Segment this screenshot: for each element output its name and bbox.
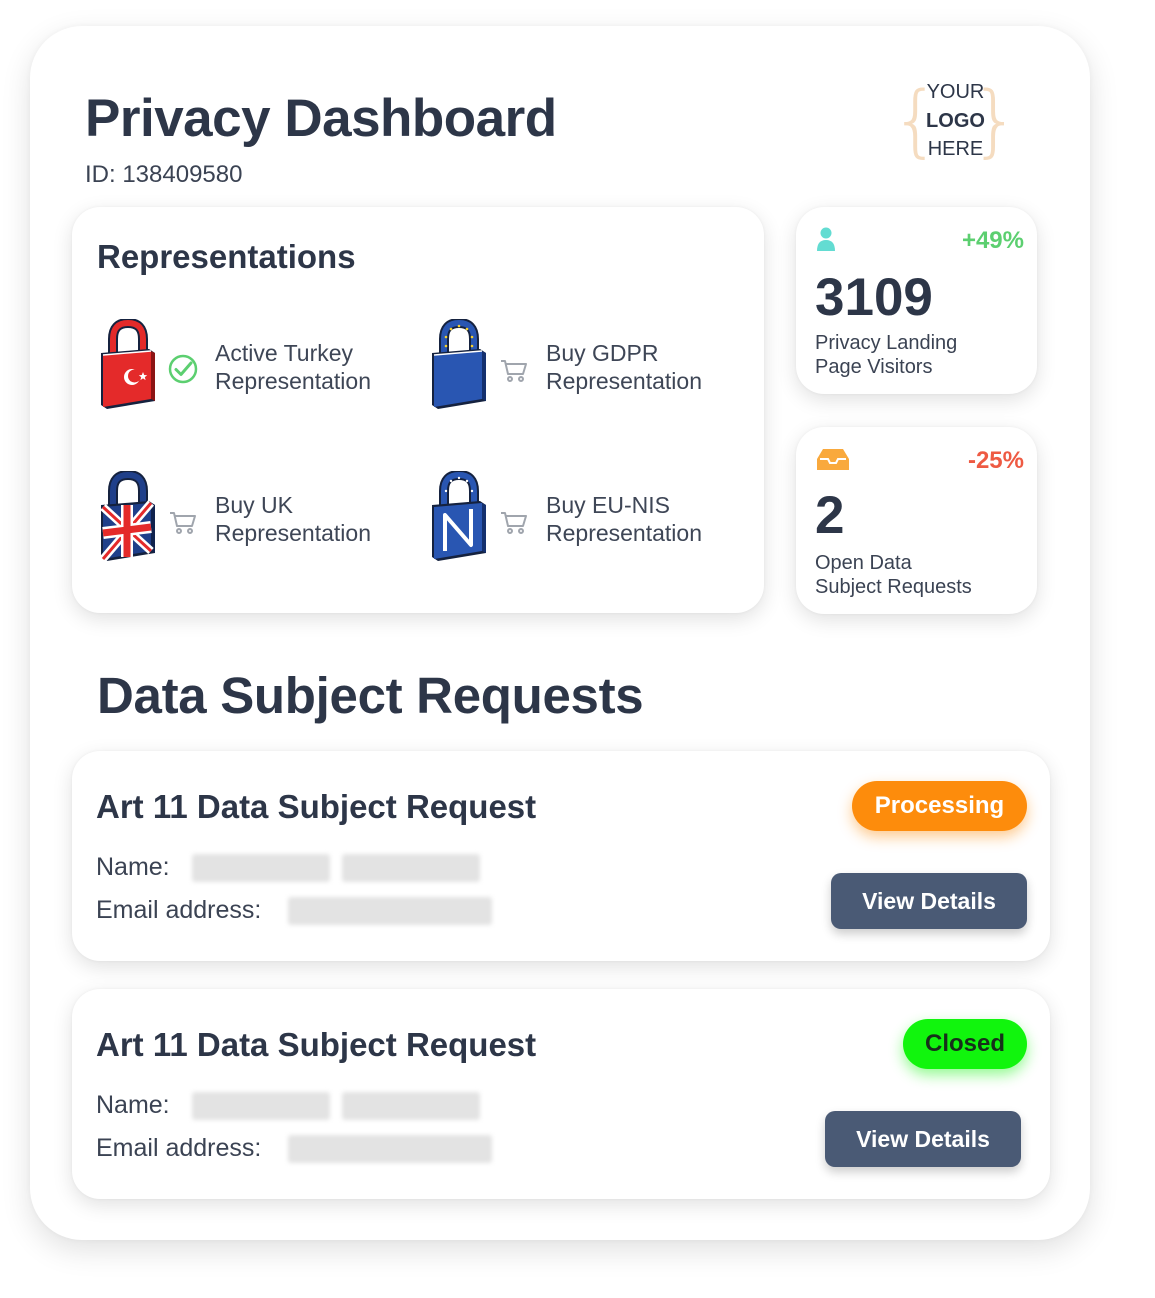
stat-value: 2 [815,486,845,545]
rep-label-line1: Buy EU-NIS [546,492,670,518]
redacted-email [288,897,492,925]
status-badge: Closed [903,1019,1027,1069]
inbox-icon [817,449,849,470]
representations-card: Representations Active Turkey Representa… [72,207,764,613]
rep-label-line1: Active Turkey [215,340,354,366]
cart-icon [501,360,527,382]
dashboard-id: ID: 138409580 [85,161,243,188]
stat-label-line2: Subject Requests [815,576,972,598]
request-title: Art 11 Data Subject Request [96,1026,537,1063]
representations-title: Representations [97,238,356,275]
name-label: Name: [96,853,170,881]
stat-label-line1: Open Data [815,552,912,574]
stat-delta: -25% [967,447,1024,474]
redacted-first-name [192,1092,330,1120]
cart-icon [170,512,196,534]
turkey-flag-lock-icon [101,319,155,409]
eu-flag-lock-icon [432,319,486,409]
stat-card-visitors: +49% 3109 Privacy Landing Page Visitors [796,207,1037,394]
eu-nis-lock-icon [432,471,486,561]
cart-icon [501,512,527,534]
redacted-first-name [192,854,330,882]
page-title: Privacy Dashboard [85,89,557,148]
request-card: Art 11 Data Subject Request Name: Email … [72,989,1050,1199]
view-details-button[interactable]: View Details [825,1111,1021,1167]
logo-text-logo: LOGO [926,109,985,132]
rep-label-line2: Representation [215,520,371,546]
rep-label-line1: Buy GDPR [546,340,659,366]
dsr-section-title: Data Subject Requests [97,667,644,724]
rep-label-line2: Representation [546,520,702,546]
redacted-email [288,1135,492,1163]
check-circle-icon [168,354,198,384]
view-details-button[interactable]: View Details [831,873,1027,929]
rep-item-uk[interactable]: Buy UK Representation [99,471,419,571]
user-icon [817,227,835,251]
logo-placeholder: { } YOUR LOGO HERE [891,76,1020,168]
stat-delta: +49% [961,227,1024,254]
request-title: Art 11 Data Subject Request [96,788,537,825]
rep-label-line1: Buy UK [215,492,293,518]
stat-label-line2: Page Visitors [815,356,933,378]
redacted-last-name [342,854,480,882]
stat-value: 3109 [815,268,933,327]
logo-text-your: YOUR [926,81,985,103]
stat-label-line1: Privacy Landing [815,332,958,354]
rep-label-line2: Representation [546,368,702,394]
stat-card-open-requests: -25% 2 Open Data Subject Requests [796,427,1037,614]
rep-item-turkey[interactable]: Active Turkey Representation [99,319,419,419]
redacted-last-name [342,1092,480,1120]
rep-label-line2: Representation [215,368,371,394]
logo-text-here: HERE [927,138,984,160]
rep-item-gdpr[interactable]: Buy GDPR Representation [430,319,750,419]
email-label: Email address: [96,1134,262,1162]
email-label: Email address: [96,896,262,924]
uk-flag-lock-icon [99,471,155,562]
status-badge: Processing [852,781,1027,831]
name-label: Name: [96,1091,170,1119]
request-card: Art 11 Data Subject Request Name: Email … [72,751,1050,961]
rep-item-eu-nis[interactable]: Buy EU-NIS Representation [430,471,750,571]
